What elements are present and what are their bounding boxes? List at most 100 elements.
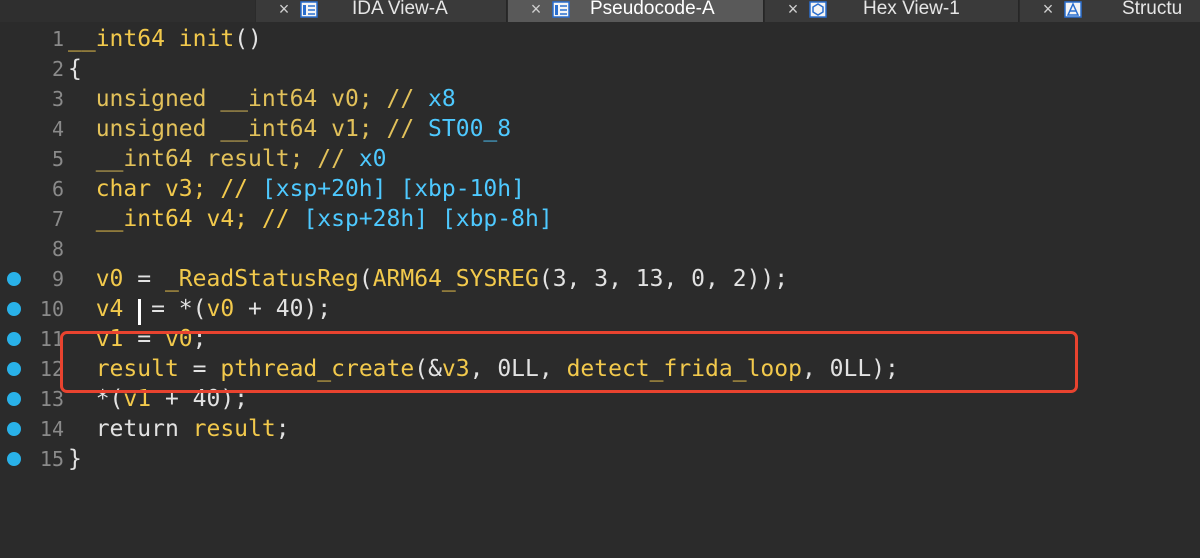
- line-number: 2: [51, 57, 64, 81]
- code-token: }: [68, 446, 82, 472]
- code-text: v4 = *(v0 + 40);: [68, 294, 331, 324]
- tab-hex-view-1[interactable]: × Hex View-1: [765, 0, 1019, 22]
- code-token: [xsp+20h] [xbp-10h]: [261, 176, 525, 202]
- line-number: 5: [51, 147, 64, 171]
- code-token: result: [192, 416, 276, 442]
- code-token: = *(: [123, 296, 207, 322]
- code-token: v0: [95, 266, 124, 292]
- close-icon[interactable]: ×: [1040, 0, 1056, 20]
- annotation-highlight-box: [60, 331, 1078, 393]
- code-token: [xsp+28h] [xbp-8h]: [303, 206, 553, 232]
- code-token: _ReadStatusReg: [164, 266, 359, 292]
- tab-label: Structu: [1122, 0, 1183, 19]
- text-cursor: [138, 299, 141, 325]
- breakpoint-dot-icon[interactable]: [7, 302, 21, 316]
- line-number: 12: [39, 357, 64, 381]
- code-text: }: [68, 444, 82, 474]
- code-line[interactable]: 15}: [0, 444, 1200, 474]
- line-number: 4: [51, 117, 64, 141]
- line-number: 8: [51, 237, 64, 261]
- code-token: return: [95, 416, 193, 442]
- line-number: 7: [51, 207, 64, 231]
- code-token: (: [358, 266, 373, 292]
- line-number: 3: [51, 87, 64, 111]
- line-number: 14: [39, 417, 64, 441]
- code-text: v0 = _ReadStatusReg(ARM64_SYSREG(3, 3, 1…: [68, 264, 788, 294]
- code-token: ;: [275, 416, 290, 442]
- breakpoint-dot-icon[interactable]: [7, 392, 21, 406]
- code-line[interactable]: 7 __int64 v4; // [xsp+28h] [xbp-8h]: [0, 204, 1200, 234]
- code-line[interactable]: 4 unsigned __int64 v1; // ST00_8: [0, 114, 1200, 144]
- line-number: 6: [51, 177, 64, 201]
- line-number: 11: [39, 327, 64, 351]
- code-token: (3, 3, 13, 0, 2));: [538, 266, 789, 292]
- code-token: ARM64_SYSREG: [372, 266, 539, 292]
- tab-label: Hex View-1: [863, 0, 960, 19]
- code-line[interactable]: 10 v4 = *(v0 + 40);: [0, 294, 1200, 324]
- code-line[interactable]: 6 char v3; // [xsp+20h] [xbp-10h]: [0, 174, 1200, 204]
- code-token: {: [68, 56, 82, 82]
- structures-view-icon: [1064, 1, 1082, 18]
- code-token: v4: [95, 296, 124, 322]
- code-text: char v3; // [xsp+20h] [xbp-10h]: [68, 174, 525, 204]
- close-icon[interactable]: ×: [276, 0, 292, 20]
- code-text: {: [68, 54, 82, 84]
- tab-pseudocode-a[interactable]: × Pseudocode-A: [508, 0, 764, 22]
- tab-bar: × IDA View-A × Pseudocode-A × Hex View-1…: [0, 0, 1200, 22]
- code-text: __int64 init(): [68, 24, 262, 54]
- code-line[interactable]: 14 return result;: [0, 414, 1200, 444]
- code-token: __int64: [68, 26, 165, 52]
- code-line[interactable]: 9 v0 = _ReadStatusReg(ARM64_SYSREG(3, 3,…: [0, 264, 1200, 294]
- tab-bar-empty-area: [0, 0, 255, 22]
- pseudocode-view-icon: [552, 1, 570, 18]
- breakpoint-dot-icon[interactable]: [7, 332, 21, 346]
- code-text: unsigned __int64 v1; // ST00_8: [68, 114, 511, 144]
- code-token: unsigned __int64 v0; //: [95, 86, 429, 112]
- pseudocode-editor[interactable]: 1 __int64 init() 2{3 unsigned __int64 v0; …: [0, 24, 1200, 558]
- close-icon[interactable]: ×: [785, 0, 801, 20]
- breakpoint-dot-icon[interactable]: [7, 422, 21, 436]
- code-line[interactable]: 1 __int64 init(): [0, 24, 1200, 54]
- code-text: return result;: [68, 414, 290, 444]
- code-line[interactable]: 2{: [0, 54, 1200, 84]
- tab-ida-view-a[interactable]: × IDA View-A: [256, 0, 507, 22]
- code-token: ST00_8: [428, 116, 512, 142]
- code-token: v0: [206, 296, 235, 322]
- code-line[interactable]: 5 __int64 result; // x0: [0, 144, 1200, 174]
- code-line[interactable]: 3 unsigned __int64 v0; // x8: [0, 84, 1200, 114]
- code-token: x8: [428, 86, 456, 112]
- code-token: __int64 v4; //: [95, 206, 304, 232]
- code-text: __int64 v4; // [xsp+28h] [xbp-8h]: [68, 204, 553, 234]
- breakpoint-dot-icon[interactable]: [7, 452, 21, 466]
- breakpoint-dot-icon[interactable]: [7, 272, 21, 286]
- code-token: + 40);: [234, 296, 332, 322]
- line-number: 13: [39, 387, 64, 411]
- tab-structures[interactable]: × Structu: [1020, 0, 1200, 22]
- tab-label: IDA View-A: [352, 0, 448, 19]
- code-token: char v3; //: [95, 176, 262, 202]
- breakpoint-dot-icon[interactable]: [7, 362, 21, 376]
- code-token: init: [178, 26, 235, 52]
- code-line[interactable]: 8: [0, 234, 1200, 264]
- code-token: =: [123, 266, 165, 292]
- line-number: 9: [51, 267, 64, 291]
- tab-label: Pseudocode-A: [590, 0, 715, 19]
- code-token: x0: [358, 146, 387, 172]
- code-token: __int64 result; //: [95, 146, 359, 172]
- line-number: 15: [39, 447, 64, 471]
- hex-view-icon: [809, 1, 827, 18]
- code-token: (): [234, 26, 262, 52]
- code-text: unsigned __int64 v0; // x8: [68, 84, 456, 114]
- code-token: unsigned __int64 v1; //: [95, 116, 429, 142]
- line-number: 1: [51, 27, 64, 51]
- close-icon[interactable]: ×: [528, 0, 544, 20]
